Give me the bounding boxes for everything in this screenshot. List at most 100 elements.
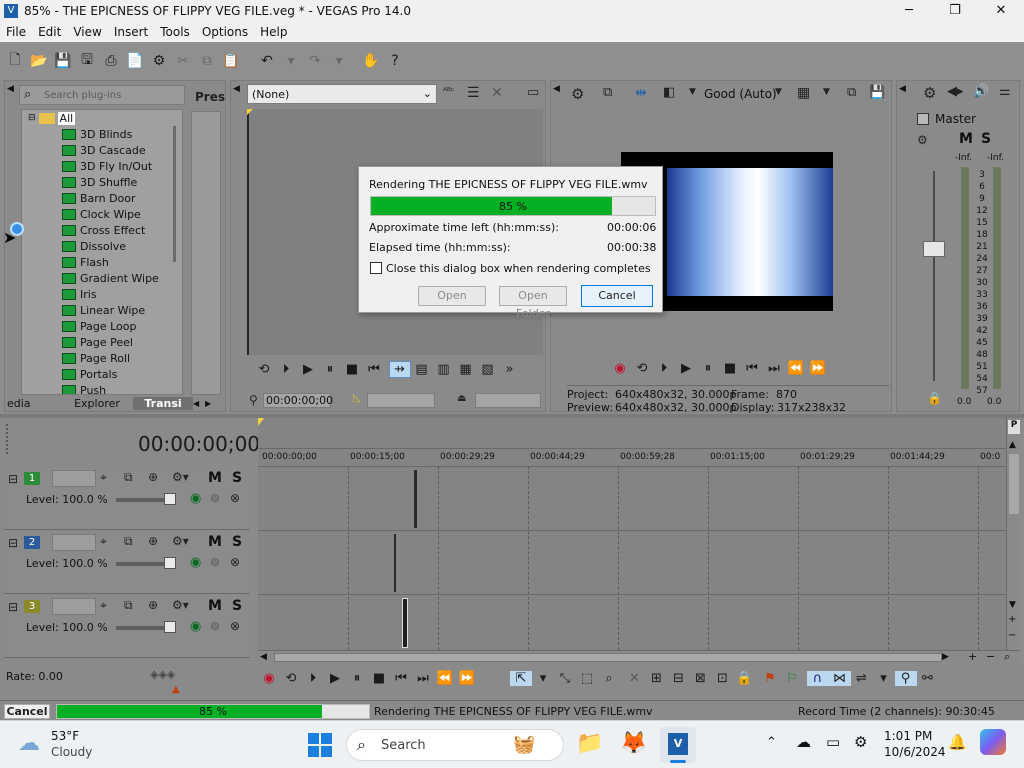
redo-icon[interactable]: ↷ (306, 52, 324, 70)
tab-scroll-right-icon[interactable]: ▶ (205, 399, 217, 408)
ripple-dropdown-icon[interactable]: ▾ (873, 671, 895, 686)
track-motion-icon[interactable]: ⌖ (100, 534, 107, 549)
tool-dropdown-icon[interactable]: ▾ (532, 671, 554, 686)
menu-insert[interactable]: Insert (108, 25, 154, 39)
pause-icon[interactable]: ⏸ (697, 361, 719, 376)
trim-end-icon[interactable]: ⊠ (690, 671, 712, 686)
settings-icon[interactable]: ⚙ (854, 733, 867, 751)
track-header-3[interactable]: ⊟ 3 ⌖ ⧉ ⊕ ⚙▾ M S Level: 100.0 % ◉ ⊚ ⊗ (4, 596, 250, 658)
display-icon[interactable]: ▭ (826, 733, 840, 751)
close-when-done-checkbox[interactable] (370, 262, 382, 274)
master-settings-gear-icon[interactable]: ⚙ (923, 84, 936, 102)
trim-mode-icon[interactable]: ⇸ (388, 361, 411, 378)
record-icon[interactable]: ◉ (258, 671, 280, 686)
lock-icon[interactable]: 🔒 (734, 671, 756, 686)
zoom-in-time-icon[interactable]: + (968, 650, 977, 663)
taskbar-search-box[interactable]: ⌕ Search 🧺 (346, 729, 564, 761)
menu-options[interactable]: Options (196, 25, 254, 39)
settings-gear-icon[interactable]: ⚙ (150, 52, 168, 70)
pause-icon[interactable]: ⏸ (319, 362, 341, 377)
loop-icon[interactable]: ⟲ (631, 361, 653, 376)
minimize-button[interactable]: ─ (886, 0, 932, 22)
normal-edit-tool-icon[interactable]: ⇱ (510, 671, 532, 686)
in-point-icon[interactable]: ◺ (353, 393, 361, 404)
lock-envelopes-icon[interactable]: ⚲ (894, 671, 917, 686)
minimize-track-icon[interactable]: ⊟ (8, 600, 18, 614)
track-name-field[interactable] (52, 534, 96, 551)
spellcheck-icon[interactable]: ᴬᴮᶜ (443, 87, 454, 97)
split-icon[interactable]: ⊡ (712, 671, 734, 686)
file-explorer-icon[interactable]: 📁 (576, 731, 603, 756)
go-to-start-icon[interactable]: ⏮ (741, 361, 763, 376)
stop-icon[interactable]: ■ (368, 671, 390, 686)
trimmer-timecode-field[interactable]: 00:00:00;00 (263, 393, 333, 408)
composite-mode-icon[interactable]: ◉ (190, 555, 201, 570)
external-monitor-icon[interactable]: ⧉ (603, 85, 612, 100)
mute-button[interactable]: M (208, 598, 222, 614)
automation-icon[interactable]: ⊕ (148, 534, 158, 548)
play-from-start-icon[interactable]: ⏵ (653, 361, 675, 376)
explore-icon[interactable]: ✋ (362, 52, 380, 70)
downmix-icon[interactable]: ◀▸ (947, 84, 964, 99)
cloud-off-icon[interactable]: ☁ (796, 733, 811, 751)
scroll-thumb[interactable] (1009, 454, 1019, 514)
timeline-area[interactable]: 00:00:00;00 00:00:15;00 00:00:29;29 00:0… (258, 418, 1006, 650)
envelope-tool-icon[interactable]: ⤡ (554, 671, 576, 686)
event-clip[interactable] (394, 534, 396, 592)
zoom-tool-icon[interactable]: ⌕ (1004, 650, 1010, 664)
new-icon[interactable]: 🗋 (6, 52, 24, 70)
remove-icon[interactable]: ✕ (491, 85, 503, 101)
list-item[interactable]: 3D Fly In/Out (22, 158, 182, 174)
play-from-start-icon[interactable]: ⏵ (302, 671, 324, 686)
scroll-down-icon[interactable]: ▼ (1009, 600, 1016, 610)
save-icon[interactable]: 💾 (54, 52, 72, 70)
play-icon[interactable]: ▶ (297, 362, 319, 377)
list-item[interactable]: Linear Wipe (22, 302, 182, 318)
list-item[interactable]: Clock Wipe (22, 206, 182, 222)
menu-help[interactable]: Help (254, 25, 293, 39)
auto-crossfade-icon[interactable]: ⋈ (828, 671, 851, 686)
composite-mode-icon[interactable]: ◉ (190, 491, 201, 506)
level-slider-thumb[interactable] (164, 557, 176, 569)
trim-start-icon[interactable]: ⊟ (668, 671, 690, 686)
automation-icon[interactable]: ⊕ (148, 598, 158, 612)
menu-tools[interactable]: Tools (154, 25, 196, 39)
scroll-left-icon[interactable]: ◀ (260, 652, 267, 662)
list-item[interactable]: Push (22, 382, 182, 394)
list-item[interactable]: 3D Blinds (22, 126, 182, 142)
automation-icon[interactable]: ⊕ (148, 470, 158, 484)
clock-date[interactable]: 10/6/2024 (884, 745, 946, 759)
minimize-track-icon[interactable]: ⊟ (8, 472, 18, 486)
text-tools-icon[interactable]: ☰ (467, 85, 480, 101)
show-hidden-icons-icon[interactable]: ⌃ (766, 735, 777, 750)
track-fx-gear-icon[interactable]: ⚙▾ (172, 598, 189, 612)
play-from-start-icon[interactable]: ⏵ (275, 362, 297, 377)
weather-condition[interactable]: Cloudy (51, 745, 92, 759)
list-item[interactable]: Flash (22, 254, 182, 270)
vertical-scrollbar[interactable]: P ▲ ▼ + − (1006, 418, 1020, 664)
copy-icon[interactable]: ⧉ (198, 52, 216, 70)
selection-tool-icon[interactable]: ⬚ (576, 671, 598, 686)
properties-icon[interactable]: 📄 (126, 52, 144, 70)
list-item[interactable]: Page Roll (22, 350, 182, 366)
next-frame-icon[interactable]: ⏩ (807, 361, 829, 376)
drag-handle[interactable] (6, 424, 10, 454)
maximize-button[interactable]: ❐ (932, 0, 978, 22)
mute-button[interactable]: M (208, 534, 222, 550)
list-item[interactable]: 3D Cascade (22, 142, 182, 158)
child-icon[interactable]: ⊗ (230, 555, 240, 569)
record-icon[interactable]: ◉ (609, 361, 631, 376)
parent-icon[interactable]: ⊚ (210, 555, 220, 569)
go-to-end-icon[interactable]: ⏭ (412, 671, 434, 686)
trim-icon[interactable]: ⊞ (646, 671, 668, 686)
panel-collapse-icon[interactable]: ◀ (7, 84, 14, 94)
clock-time[interactable]: 1:01 PM (884, 729, 932, 743)
zoom-out-time-icon[interactable]: − (986, 650, 995, 663)
vegas-taskbar-icon[interactable]: V (660, 727, 696, 763)
solo-button[interactable]: S (232, 598, 242, 614)
go-to-end-icon[interactable]: ⏭ (763, 361, 785, 376)
grid-icon[interactable]: ▦ (797, 85, 810, 101)
master-fader[interactable] (923, 241, 945, 257)
go-to-start-icon[interactable]: ⏮ (390, 671, 412, 686)
collapse-icon[interactable]: ⊟ (28, 113, 36, 123)
